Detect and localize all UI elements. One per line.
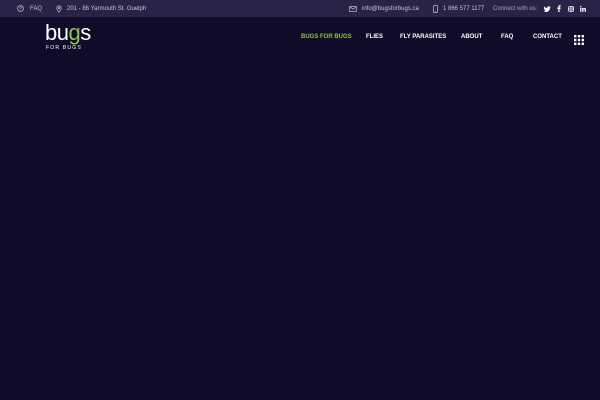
faq-link[interactable]: FAQ [17, 0, 42, 17]
logo-word-part: bu [45, 20, 69, 45]
address-link[interactable]: 201 - 86 Yarmouth St. Guelph [56, 0, 146, 17]
nav-item-faq[interactable]: FAQ [501, 31, 513, 43]
phone-link[interactable]: 1 866 577 1177 [433, 0, 484, 17]
instagram-icon[interactable] [565, 5, 577, 12]
social-links: Connect with us: [493, 0, 589, 17]
question-circle-icon [17, 5, 24, 12]
grid-menu-icon[interactable] [574, 32, 584, 45]
nav-item-bugs-for-bugs[interactable]: BUGS FOR BUGS [301, 31, 352, 43]
twitter-icon[interactable] [541, 5, 553, 12]
connect-label: Connect with us: [493, 5, 538, 12]
nav-item-about[interactable]: ABOUT [461, 31, 482, 43]
logo-wordmark: bugs [45, 22, 91, 44]
logo-word-accent: g [68, 20, 81, 45]
faq-label: FAQ [30, 5, 43, 12]
linkedin-icon[interactable] [577, 5, 589, 12]
top-bar: FAQ 201 - 86 Yarmouth St. Guelph info@bu… [0, 0, 600, 17]
nav-item-fly-parasites[interactable]: FLY PARASITES [400, 31, 446, 43]
email-text: info@bugsforbugs.ca [362, 5, 419, 12]
envelope-icon [349, 5, 357, 12]
nav-item-flies[interactable]: FLIES [366, 31, 383, 43]
logo-word-end: s [80, 20, 91, 45]
email-link[interactable]: info@bugsforbugs.ca [349, 0, 419, 17]
facebook-icon[interactable] [553, 5, 565, 12]
map-pin-icon [56, 5, 62, 13]
mobile-phone-icon [433, 4, 438, 13]
page-content: bugs FOR BUGS BUGS FOR BUGS FLIES FLY PA… [0, 17, 600, 400]
site-logo[interactable]: bugs FOR BUGS [45, 22, 93, 53]
nav-item-contact[interactable]: CONTACT [533, 31, 562, 43]
address-text: 201 - 86 Yarmouth St. Guelph [67, 5, 147, 12]
phone-text: 1 866 577 1177 [443, 5, 485, 12]
logo-subtitle: FOR BUGS [46, 45, 82, 51]
